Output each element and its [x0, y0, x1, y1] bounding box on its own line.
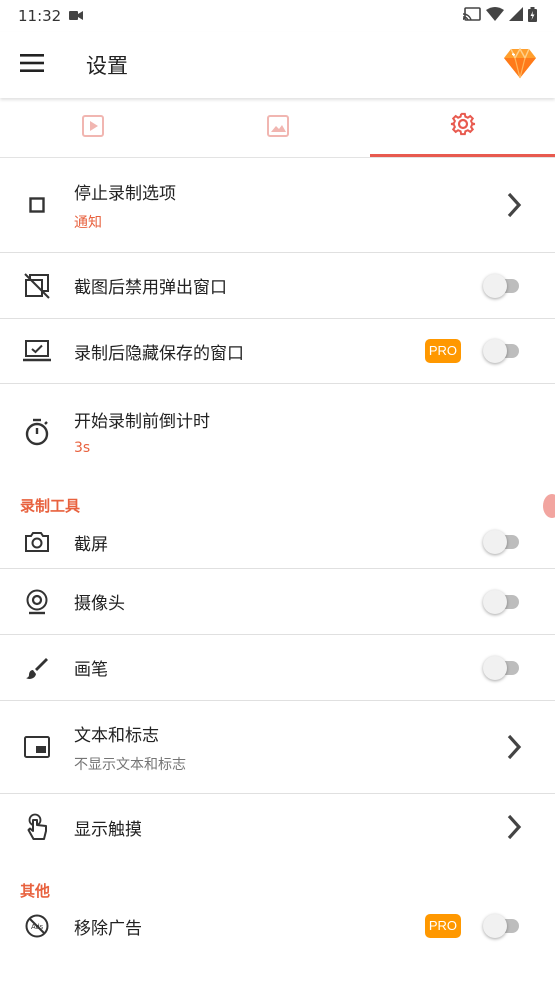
section-header-other: 其他 — [20, 882, 51, 900]
tool-text-logo[interactable]: 文本和标志 不显示文本和标志 — [0, 701, 555, 794]
pro-badge: PRO — [424, 914, 461, 938]
webcam-icon — [0, 589, 74, 615]
setting-remove-ads[interactable]: Ads 移除广告 PRO — [0, 901, 555, 951]
tab-images[interactable] — [185, 98, 370, 157]
setting-label: 文本和标志 — [74, 725, 159, 746]
cast-icon — [462, 7, 481, 25]
video-play-icon — [81, 114, 105, 142]
setting-value: 通知 — [74, 214, 102, 231]
setting-value: 不显示文本和标志 — [74, 756, 186, 773]
laptop-check-icon — [0, 339, 74, 363]
setting-disable-popup[interactable]: 截图后禁用弹出窗口 — [0, 253, 555, 319]
tool-screenshot[interactable]: 截屏 — [0, 516, 555, 569]
stopwatch-icon — [0, 418, 74, 446]
tool-show-touches[interactable]: 显示触摸 — [0, 794, 555, 860]
tab-video[interactable] — [0, 98, 185, 157]
setting-stop-recording[interactable]: 停止录制选项 通知 — [0, 158, 555, 253]
setting-countdown[interactable]: 开始录制前倒计时 3s — [0, 384, 555, 479]
brush-icon — [0, 656, 74, 680]
app-bar: 设置 — [0, 32, 555, 98]
toggle-switch[interactable] — [483, 589, 523, 614]
toggle-switch[interactable] — [483, 530, 523, 554]
setting-label: 截图后禁用弹出窗口 — [74, 278, 227, 298]
picture-in-picture-icon — [0, 736, 74, 758]
setting-label: 摄像头 — [74, 594, 125, 614]
section-header-recording-tools: 录制工具 — [20, 497, 81, 515]
setting-value: 3s — [74, 440, 91, 456]
setting-label: 录制后隐藏保存的窗口 — [74, 343, 244, 364]
setting-hide-saved-window[interactable]: 录制后隐藏保存的窗口 PRO — [0, 319, 555, 384]
toggle-switch[interactable] — [483, 914, 523, 938]
cell-signal-icon — [509, 7, 523, 25]
battery-icon — [528, 6, 537, 26]
tab-settings[interactable] — [370, 98, 555, 157]
status-time: 11:32 — [18, 7, 62, 25]
tool-camera[interactable]: 摄像头 — [0, 569, 555, 635]
wifi-icon — [486, 7, 504, 25]
touch-hand-icon — [0, 813, 74, 841]
setting-label: 移除广告 — [74, 918, 142, 939]
setting-label: 显示触摸 — [74, 819, 142, 840]
svg-text:Ads: Ads — [31, 924, 44, 931]
chevron-right-icon — [499, 733, 529, 761]
pro-badge: PRO — [424, 339, 461, 363]
toggle-switch[interactable] — [483, 273, 523, 298]
no-preview-window-icon — [0, 272, 74, 299]
setting-label: 截屏 — [74, 534, 108, 555]
image-icon — [266, 114, 290, 142]
square-stop-icon — [0, 197, 74, 213]
no-ads-icon: Ads — [0, 914, 74, 938]
tool-brush[interactable]: 画笔 — [0, 635, 555, 701]
chevron-right-icon — [499, 813, 529, 841]
page-title: 设置 — [86, 54, 128, 78]
camera-icon — [0, 531, 74, 553]
setting-label: 停止录制选项 — [74, 183, 176, 204]
gear-icon — [450, 111, 476, 141]
setting-label: 开始录制前倒计时 — [74, 412, 210, 432]
floating-bubble[interactable] — [543, 494, 555, 518]
chevron-right-icon — [499, 191, 529, 219]
tab-bar — [0, 98, 555, 158]
setting-label: 画笔 — [74, 660, 108, 680]
toggle-switch[interactable] — [483, 655, 523, 680]
hamburger-menu-icon[interactable] — [20, 54, 44, 76]
diamond-gem-icon[interactable] — [503, 47, 537, 83]
status-bar: 11:32 — [0, 0, 555, 32]
toggle-switch[interactable] — [483, 339, 523, 363]
video-camera-icon — [69, 7, 84, 25]
